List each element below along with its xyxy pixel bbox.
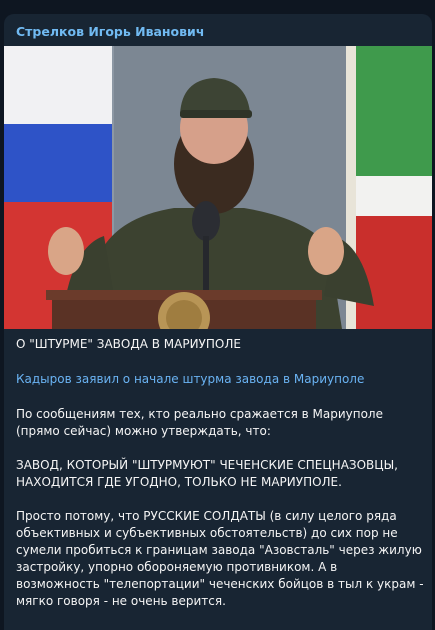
paragraph: Просто потому, что РУССКИЕ СОЛДАТЫ (в си… — [16, 509, 424, 608]
sender-name[interactable]: Стрелков Игорь Иванович — [16, 24, 204, 39]
message-heading: О "ШТУРМЕ" ЗАВОДА В МАРИУПОЛЕ — [16, 337, 241, 351]
message-photo[interactable] — [4, 46, 432, 329]
paragraph: ЗАВОД, КОТОРЫЙ "ШТУРМУЮТ" ЧЕЧЕНСКИЕ СПЕЦ… — [16, 458, 398, 489]
message-text: О "ШТУРМЕ" ЗАВОДА В МАРИУПОЛЕ Кадыров за… — [16, 336, 426, 627]
news-link[interactable]: Кадыров заявил о начале штурма завода в … — [16, 371, 426, 388]
chat-view: Стрелков Игорь Иванович О "ШТУРМЕ" ЗАВОД… — [0, 0, 435, 630]
channel-message: Стрелков Игорь Иванович О "ШТУРМЕ" ЗАВОД… — [4, 14, 432, 630]
photo-image — [4, 46, 432, 329]
paragraph: По сообщениям тех, кто реально сражается… — [16, 407, 383, 438]
